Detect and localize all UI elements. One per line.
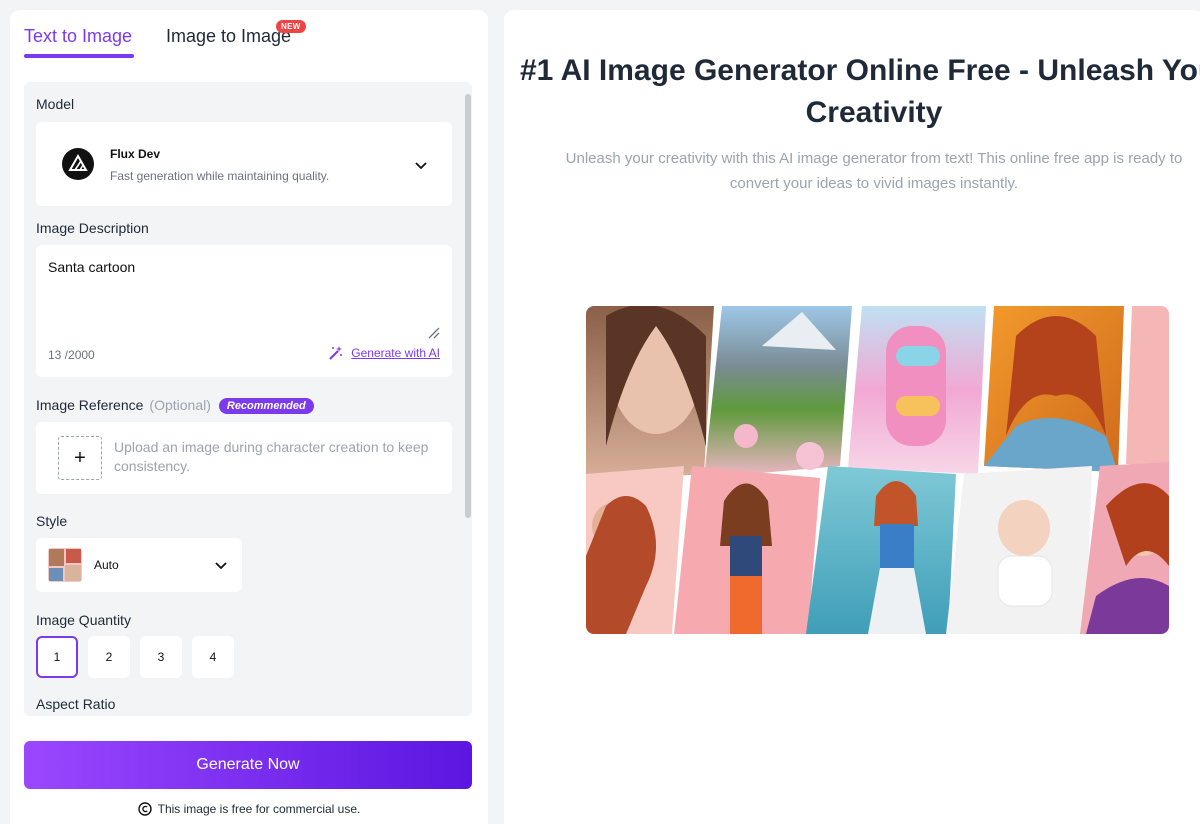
generate-now-button[interactable]: Generate Now [24,741,472,789]
quantity-option-4[interactable]: 4 [192,636,234,678]
generate-with-ai-link[interactable]: Generate with AI [327,345,440,361]
recommended-badge: Recommended [218,398,314,414]
image-reference-title: Image Reference [36,397,144,413]
image-description-field[interactable]: Santa cartoon 13 /2000 Generate with AI [36,245,452,377]
quantity-option-1[interactable]: 1 [36,636,78,678]
tab-text-to-image[interactable]: Text to Image [24,26,132,47]
magic-wand-icon [329,346,343,360]
commercial-use-text: This image is free for commercial use. [157,802,361,816]
style-value: Auto [94,558,119,572]
optional-label: (Optional) [149,397,211,413]
tab-image-to-image[interactable]: Image to Image [166,26,291,47]
hero-subtitle: Unleash your creativity with this AI ima… [565,150,1183,192]
new-badge: NEW [276,20,306,33]
image-description-label: Image Description [36,220,149,236]
form-scrollbar[interactable] [465,94,471,518]
hero-panel: #1 AI Image Generator Online Free - Unle… [504,10,1200,824]
style-label: Style [36,513,68,529]
image-description-input[interactable]: Santa cartoon [48,259,135,275]
chevron-down-icon [215,562,227,570]
style-thumbnail [48,548,82,582]
image-reference-label: Image Reference (Optional) Recommended [36,397,314,414]
generate-with-ai-label: Generate with AI [351,346,440,360]
chevron-down-icon [415,162,427,170]
flux-logo-icon [62,148,94,180]
style-select[interactable]: Auto [36,538,242,592]
copyright-icon [137,802,152,816]
upload-button[interactable]: + [58,436,102,480]
image-upload-area[interactable]: + Upload an image during character creat… [36,422,452,494]
hero-title: #1 AI Image Generator Online Free - Unle… [520,54,1200,129]
model-description: Fast generation while maintaining qualit… [110,169,330,183]
model-name: Flux Dev [110,147,161,161]
aspect-ratio-label: Aspect Ratio [36,696,116,712]
resize-handle-icon[interactable] [426,325,440,339]
character-count: 13 /2000 [48,348,95,362]
commercial-use-note: This image is free for commercial use. [10,802,488,816]
mode-tabs: Text to Image Image to Image NEW [24,20,464,70]
settings-form: Model Flux Dev Fast generation while mai… [24,82,472,716]
upload-hint: Upload an image during character creatio… [114,439,429,474]
model-select[interactable]: Flux Dev Fast generation while maintaini… [36,122,452,206]
sample-images-collage [586,306,1169,634]
quantity-option-3[interactable]: 3 [140,636,182,678]
generator-panel: Text to Image Image to Image NEW Model F… [10,10,488,824]
quantity-option-2[interactable]: 2 [88,636,130,678]
image-quantity-label: Image Quantity [36,612,131,628]
model-label: Model [36,96,75,112]
active-tab-indicator [24,54,134,58]
